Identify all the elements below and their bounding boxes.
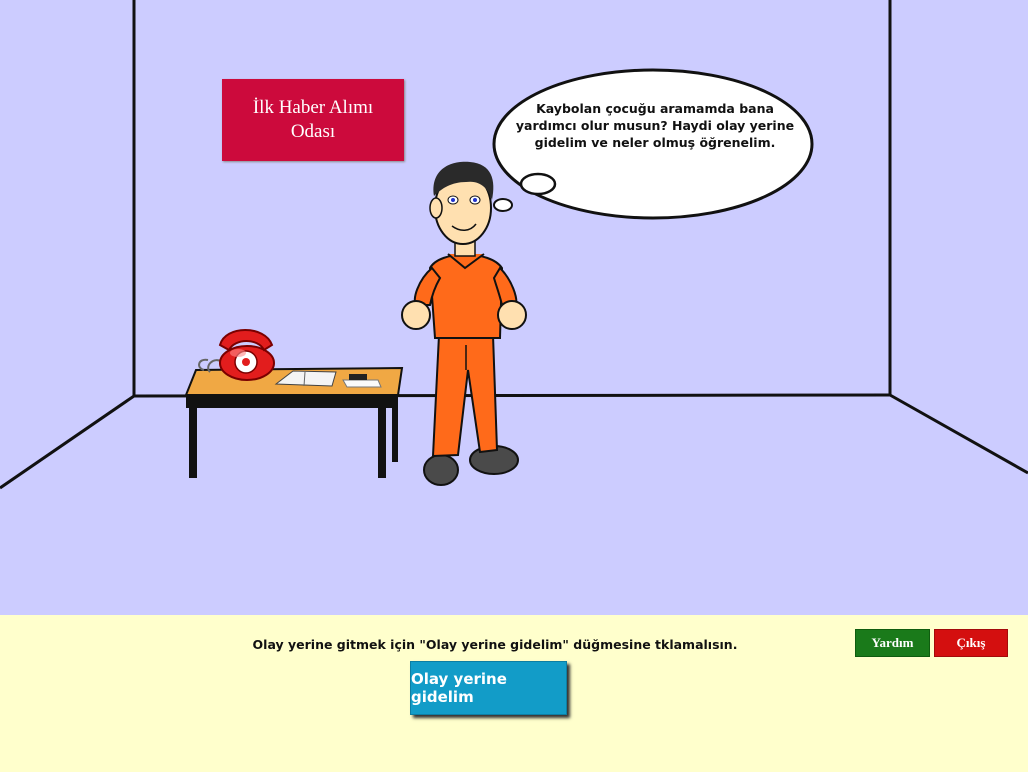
help-button[interactable]: Yardım <box>855 629 930 657</box>
room-sign: İlk Haber Alımı Odası <box>222 79 404 161</box>
speech-bubble-text: Kaybolan çocuğu aramamda bana yardımcı o… <box>515 101 795 150</box>
desk <box>184 366 404 478</box>
instruction-text: Olay yerine gitmek için "Olay yerine gid… <box>252 637 738 652</box>
scene: İlk Haber Alımı Odası Kaybolan çocuğu ar… <box>0 0 1028 615</box>
bottom-panel: Olay yerine gitmek için "Olay yerine gid… <box>0 615 1028 772</box>
goto-scene-button[interactable]: Olay yerine gidelim <box>410 661 567 715</box>
room-sign-text: İlk Haber Alımı Odası <box>252 97 374 142</box>
exit-button[interactable]: Çıkış <box>934 629 1008 657</box>
room-lines <box>0 0 1028 490</box>
